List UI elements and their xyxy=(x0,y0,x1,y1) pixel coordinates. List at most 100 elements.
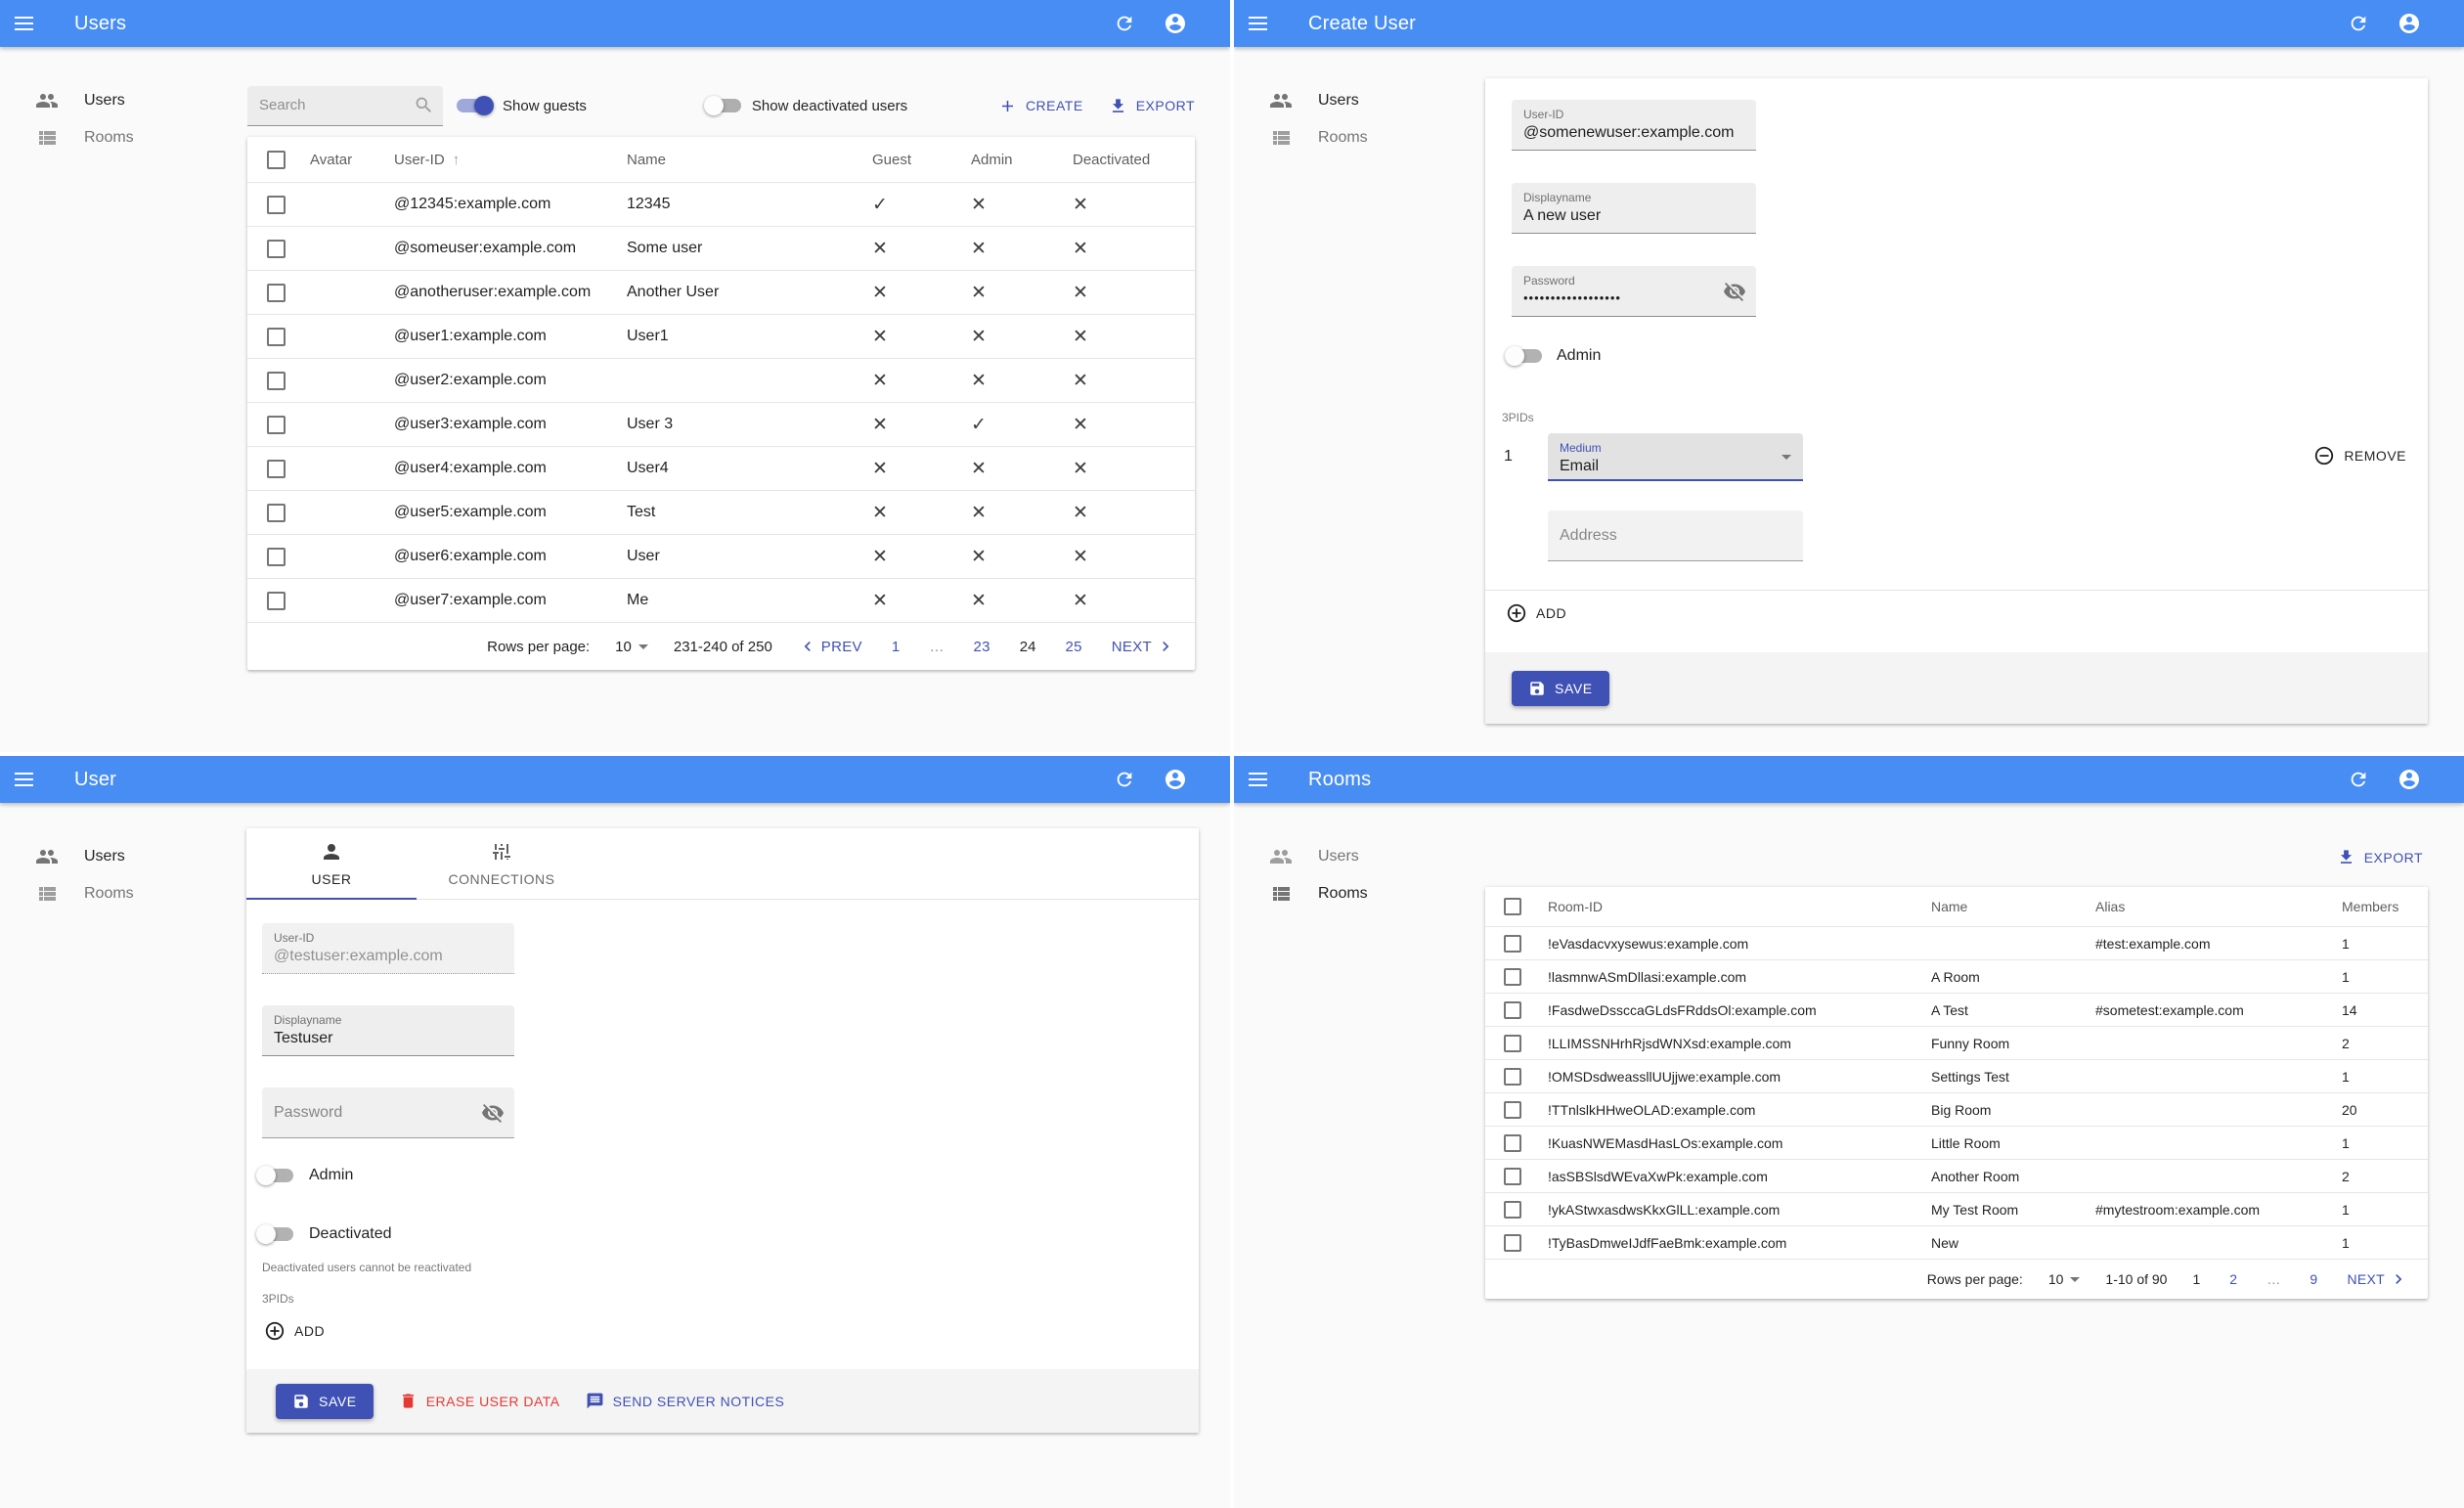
password-input[interactable] xyxy=(262,1087,514,1137)
page-current[interactable]: 1 xyxy=(2192,1271,2200,1287)
page-link-9[interactable]: 9 xyxy=(2310,1271,2317,1287)
row-checkbox[interactable] xyxy=(267,239,286,258)
sidebar-item-users[interactable]: Users xyxy=(0,838,244,875)
add-threepid-button[interactable]: ADD xyxy=(264,1320,325,1342)
sidebar-item-rooms[interactable]: Rooms xyxy=(1234,875,1478,912)
table-row[interactable]: !LLIMSSNHrhRjsdWNXsd:example.com Funny Ro… xyxy=(1485,1027,2428,1060)
menu-icon[interactable] xyxy=(0,756,47,803)
password-input[interactable] xyxy=(1512,288,1756,305)
table-row[interactable]: !KuasNWEMasdHasLOs:example.com Little Roo… xyxy=(1485,1127,2428,1160)
next-button[interactable]: NEXT xyxy=(2347,1269,2408,1289)
erase-user-data-button[interactable]: ERASE USER DATA xyxy=(399,1392,560,1410)
row-checkbox[interactable] xyxy=(267,503,286,522)
row-checkbox[interactable] xyxy=(267,547,286,566)
table-row[interactable]: @user6:example.com User ✕ ✕ ✕ xyxy=(247,535,1195,579)
tab-user[interactable]: USER xyxy=(246,828,417,900)
sidebar-item-rooms[interactable]: Rooms xyxy=(0,119,244,156)
menu-icon[interactable] xyxy=(0,0,47,47)
table-row[interactable]: !TTnlslkHHweOLAD:example.com Big Room 20 xyxy=(1485,1093,2428,1127)
table-row[interactable]: @user1:example.com User1 ✕ ✕ ✕ xyxy=(247,315,1195,359)
save-button[interactable]: SAVE xyxy=(1512,670,1609,706)
table-row[interactable]: !lasmnwASmDllasi:example.com A Room 1 xyxy=(1485,960,2428,994)
rows-per-page-select[interactable]: 10 xyxy=(2048,1271,2081,1287)
col-user-id[interactable]: User-ID ↑ xyxy=(386,137,619,183)
page-link-2[interactable]: 2 xyxy=(2229,1271,2237,1287)
table-row[interactable]: @user7:example.com Me ✕ ✕ ✕ xyxy=(247,579,1195,623)
row-checkbox[interactable] xyxy=(1504,1167,1521,1185)
table-row[interactable]: @user4:example.com User4 ✕ ✕ ✕ xyxy=(247,447,1195,491)
displayname-input[interactable] xyxy=(262,1027,514,1047)
prev-button[interactable]: PREV xyxy=(798,637,862,656)
account-icon[interactable] xyxy=(1158,6,1193,41)
export-button[interactable]: EXPORT xyxy=(1109,97,1195,115)
table-row[interactable]: !ykAStwxasdwsKkxGlLL:example.com My Test … xyxy=(1485,1193,2428,1226)
deactivated-toggle[interactable] xyxy=(256,1223,295,1245)
table-row[interactable]: !TyBasDmweIJdfFaeBmk:example.com New 1 xyxy=(1485,1226,2428,1260)
select-all-checkbox[interactable] xyxy=(1504,898,1521,916)
row-checkbox[interactable] xyxy=(267,591,286,610)
table-row[interactable]: @user5:example.com Test ✕ ✕ ✕ xyxy=(247,491,1195,535)
page-link-23[interactable]: 23 xyxy=(974,639,990,655)
table-row[interactable]: @user2:example.com ✕ ✕ ✕ xyxy=(247,359,1195,403)
sidebar-item-users[interactable]: Users xyxy=(1234,838,1478,875)
user-id-input[interactable] xyxy=(1512,121,1756,142)
row-checkbox[interactable] xyxy=(267,327,286,346)
save-button[interactable]: SAVE xyxy=(276,1383,374,1419)
menu-icon[interactable] xyxy=(1234,0,1281,47)
table-row[interactable]: !eVasdacvxysewus:example.com #test:exampl… xyxy=(1485,927,2428,960)
table-row[interactable]: @someuser:example.com Some user ✕ ✕ ✕ xyxy=(247,227,1195,271)
visibility-off-icon[interactable] xyxy=(1723,280,1746,303)
sidebar-item-rooms[interactable]: Rooms xyxy=(0,875,244,912)
table-row[interactable]: !OMSDsdweassllUUjjwe:example.com Settings… xyxy=(1485,1060,2428,1093)
medium-select[interactable]: Medium Email xyxy=(1548,433,1803,481)
row-checkbox[interactable] xyxy=(1504,1233,1521,1252)
row-checkbox[interactable] xyxy=(267,371,286,390)
displayname-field[interactable]: Displayname xyxy=(262,1005,514,1056)
account-icon[interactable] xyxy=(1158,762,1193,797)
menu-icon[interactable] xyxy=(1234,756,1281,803)
admin-toggle[interactable] xyxy=(1505,345,1544,367)
address-input[interactable] xyxy=(1548,510,1803,560)
page-link-1[interactable]: 1 xyxy=(892,639,901,655)
row-checkbox[interactable] xyxy=(1504,967,1521,986)
table-row[interactable]: @anotheruser:example.com Another User ✕ ✕ ✕ xyxy=(247,271,1195,315)
password-field[interactable]: Password xyxy=(1512,266,1756,317)
admin-toggle[interactable] xyxy=(256,1165,295,1186)
row-checkbox[interactable] xyxy=(1504,1000,1521,1019)
row-checkbox[interactable] xyxy=(267,195,286,214)
export-button[interactable]: EXPORT xyxy=(2337,848,2423,866)
row-checkbox[interactable] xyxy=(267,283,286,302)
displayname-field[interactable]: Displayname xyxy=(1512,183,1756,234)
user-id-field[interactable]: User-ID xyxy=(1512,100,1756,151)
select-all-checkbox[interactable] xyxy=(267,150,286,169)
page-current[interactable]: 24 xyxy=(1020,639,1036,655)
row-checkbox[interactable] xyxy=(1504,934,1521,953)
row-checkbox[interactable] xyxy=(1504,1034,1521,1052)
refresh-icon[interactable] xyxy=(2341,762,2376,797)
row-checkbox[interactable] xyxy=(1504,1067,1521,1086)
show-deactivated-toggle[interactable] xyxy=(703,95,743,116)
refresh-icon[interactable] xyxy=(2341,6,2376,41)
row-checkbox[interactable] xyxy=(1504,1200,1521,1219)
create-button[interactable]: CREATE xyxy=(998,97,1083,115)
table-row[interactable]: @12345:example.com 12345 ✓ ✕ ✕ xyxy=(247,183,1195,227)
tab-connections[interactable]: CONNECTIONS xyxy=(417,828,587,899)
table-row[interactable]: !FasdweDssccaGLdsFRddsOl:example.com A Te… xyxy=(1485,994,2428,1027)
next-button[interactable]: NEXT xyxy=(1112,637,1175,656)
remove-threepid-button[interactable]: REMOVE xyxy=(2313,445,2406,466)
send-server-notices-button[interactable]: SEND SERVER NOTICES xyxy=(586,1392,785,1410)
account-icon[interactable] xyxy=(2392,762,2427,797)
refresh-icon[interactable] xyxy=(1107,762,1142,797)
rows-per-page-select[interactable]: 10 xyxy=(615,639,648,655)
add-threepid-button[interactable]: ADD xyxy=(1506,602,1566,624)
displayname-input[interactable] xyxy=(1512,204,1756,225)
row-checkbox[interactable] xyxy=(1504,1100,1521,1119)
sidebar-item-users[interactable]: Users xyxy=(0,82,244,119)
page-link-25[interactable]: 25 xyxy=(1065,639,1081,655)
account-icon[interactable] xyxy=(2392,6,2427,41)
row-checkbox[interactable] xyxy=(267,415,286,434)
show-guests-toggle[interactable] xyxy=(455,95,494,116)
sidebar-item-users[interactable]: Users xyxy=(1234,82,1478,119)
visibility-off-icon[interactable] xyxy=(481,1101,505,1125)
table-row[interactable]: @user3:example.com User 3 ✕ ✓ ✕ xyxy=(247,403,1195,447)
